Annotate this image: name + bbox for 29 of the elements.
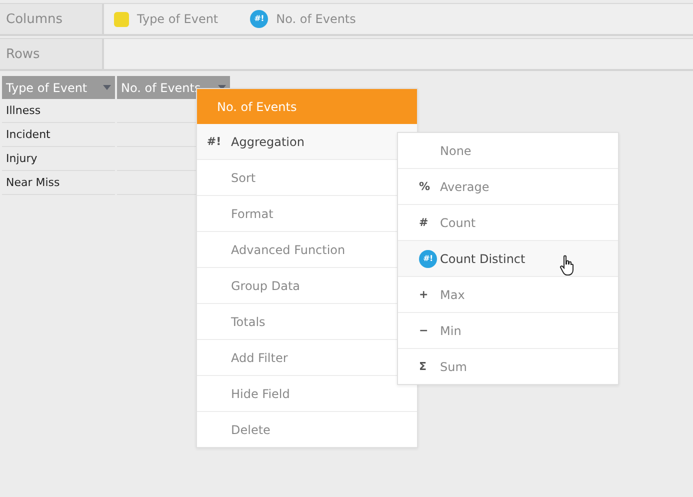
menu-item[interactable]: % Average [398,169,618,205]
table-cell: Illness [2,99,115,123]
rows-label: Rows [0,39,104,69]
menu-item[interactable]: − Min [398,313,618,349]
aggregation-icon: + [419,288,428,301]
menu-item[interactable]: #! Count Distinct [398,241,618,277]
aggregation-icon: Σ [419,360,427,373]
menu-item[interactable]: Delete [197,412,417,447]
hand-cursor-icon [560,254,574,276]
menu-item[interactable]: # Count [398,205,618,241]
menu-item[interactable]: + Max [398,277,618,313]
menu-title: No. of Events [197,89,417,124]
table-cell: Injury [2,147,115,171]
table-cell: Near Miss [2,171,115,195]
column-header[interactable]: Type of Event [2,76,115,99]
aggregation-icon: # [419,216,428,229]
field-chip[interactable]: Type of Event [137,12,218,26]
menu-item[interactable]: Hide Field [197,376,417,412]
metric-icon: #! [250,10,268,28]
aggregation-icon: #! [206,135,222,148]
field-chip[interactable]: No. of Events [276,12,356,26]
menu-item[interactable]: None [398,133,618,169]
table-cell: Incident [2,123,115,147]
count-distinct-icon: #! [419,250,437,268]
columns-label: Columns [0,4,104,34]
menu-item[interactable]: #! Aggregation [197,124,417,160]
menu-item[interactable]: Σ Sum [398,349,618,384]
aggregation-icon: % [419,180,430,193]
aggregation-icon: − [419,324,428,337]
